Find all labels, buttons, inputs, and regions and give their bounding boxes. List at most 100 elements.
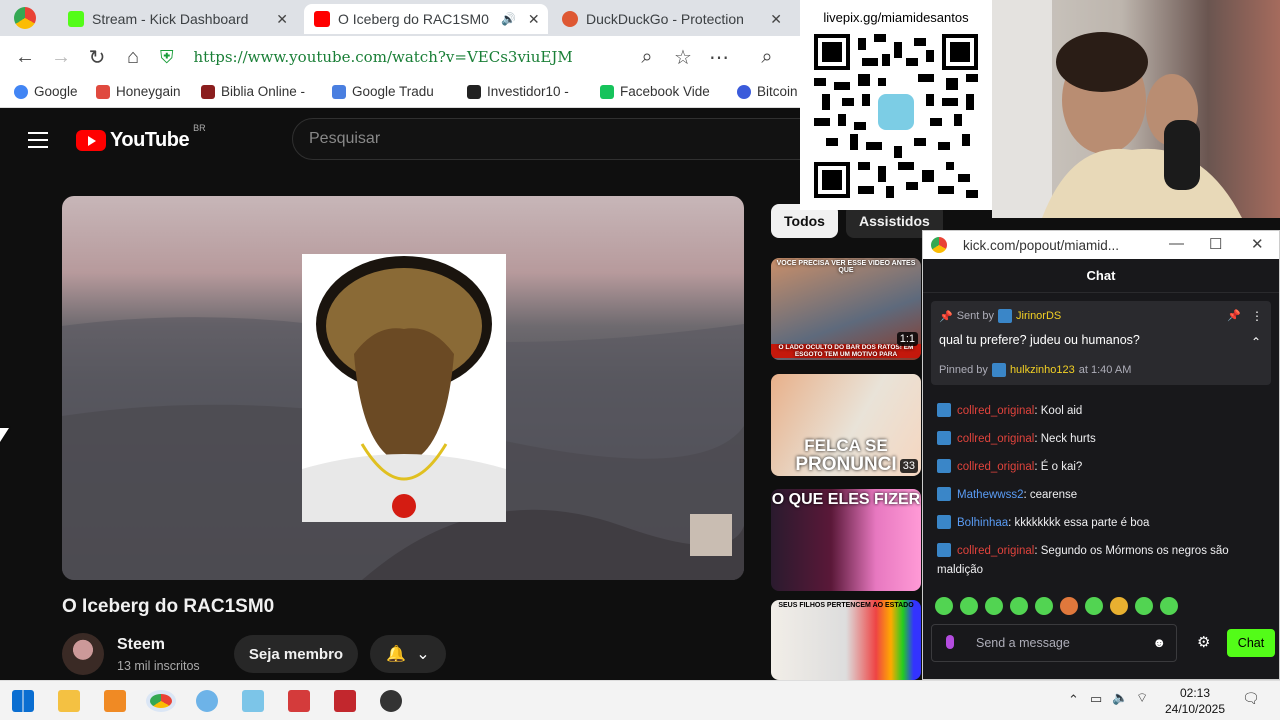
- channel-watermark[interactable]: [690, 514, 732, 556]
- microphone-icon[interactable]: [946, 635, 954, 649]
- user-badge-icon: [937, 403, 951, 417]
- notification-center-icon[interactable]: 🗨: [1242, 690, 1260, 707]
- emote-icon[interactable]: [1160, 597, 1178, 615]
- investidor-icon: [467, 84, 481, 99]
- chat-username[interactable]: collred_original: [957, 461, 1034, 473]
- pinned-sender[interactable]: JirinorDS: [1016, 310, 1061, 322]
- bookmark-google-translate[interactable]: Google Tradu: [332, 84, 434, 99]
- tab-kick-dashboard[interactable]: Stream - Kick Dashboard ✕: [58, 4, 298, 34]
- calculator-icon[interactable]: [288, 690, 310, 712]
- notification-button[interactable]: 🔔 ⌄: [370, 635, 446, 673]
- reload-icon[interactable]: ↻: [84, 44, 110, 70]
- recommended-video-thumbnail[interactable]: VOCE PRECISA VER ESSE VIDEO ANTES QUE O …: [771, 258, 921, 360]
- zoom-icon[interactable]: ⌕: [634, 44, 660, 70]
- network-icon[interactable]: ▭: [1090, 691, 1102, 707]
- bookmark-label: Google: [34, 84, 78, 99]
- volume-icon[interactable]: 🔈: [1112, 690, 1128, 706]
- bookmark-honeygain[interactable]: Honeygain: [96, 84, 181, 99]
- pinner-name[interactable]: hulkzinho123: [1010, 364, 1075, 376]
- home-icon[interactable]: ⌂: [120, 44, 146, 70]
- emote-icon[interactable]: [1010, 597, 1028, 615]
- join-button[interactable]: Seja membro: [234, 635, 358, 673]
- media-player-icon[interactable]: [104, 690, 126, 712]
- tray-chevron-icon[interactable]: ⌃: [1068, 692, 1079, 708]
- notes-app-icon[interactable]: [242, 690, 264, 712]
- recommended-video-thumbnail[interactable]: SEUS FILHOS PERTENCEM AO ESTADO: [771, 600, 921, 680]
- emote-icon[interactable]: [1035, 597, 1053, 615]
- channel-name[interactable]: Steem: [117, 636, 165, 654]
- collapse-icon[interactable]: ⌃: [1251, 335, 1261, 349]
- more-icon[interactable]: ⋯: [706, 44, 732, 70]
- send-placeholder: Send a message: [976, 636, 1070, 650]
- thumb-caption: O LADO OCULTO DO BAR DOS RATOS! EM ESGOT…: [771, 344, 921, 358]
- menu-icon[interactable]: [28, 132, 48, 148]
- settings-gear-icon[interactable]: ⚙: [1197, 633, 1210, 651]
- emote-icon[interactable]: [1085, 597, 1103, 615]
- url-text: https://www.youtube.com/watch?v=VECs3viu…: [193, 48, 573, 66]
- search-input[interactable]: Pesquisar: [292, 118, 812, 160]
- chat-send-button[interactable]: Chat: [1227, 629, 1275, 657]
- more-options-icon[interactable]: ⋮: [1251, 309, 1263, 323]
- bookmark-bitcoin[interactable]: Bitcoin: [737, 84, 798, 99]
- recommended-video-thumbnail[interactable]: FELCA SE PRONUNCI 33: [771, 374, 921, 476]
- chat-username[interactable]: collred_original: [957, 545, 1034, 557]
- emote-icon[interactable]: [1060, 597, 1078, 615]
- forward-icon[interactable]: →: [48, 44, 74, 70]
- chat-message-input[interactable]: Send a message ☻: [931, 624, 1177, 662]
- emote-icon[interactable]: [1110, 597, 1128, 615]
- flash-app-icon[interactable]: [334, 690, 356, 712]
- file-explorer-icon[interactable]: [58, 690, 80, 712]
- close-icon[interactable]: ✕: [528, 11, 540, 28]
- wifi-icon[interactable]: ⌔: [1136, 690, 1148, 706]
- windows-start-icon[interactable]: [12, 690, 34, 712]
- browser-taskbar-icon[interactable]: [146, 690, 176, 712]
- unpin-icon[interactable]: 📌: [1227, 309, 1241, 322]
- chat-text: kkkkkkkk essa parte é boa: [1014, 517, 1150, 529]
- pinned-time: at 1:40 AM: [1078, 364, 1132, 376]
- honeygain-icon: [96, 84, 110, 99]
- bookmark-google[interactable]: Google: [14, 84, 78, 99]
- tab-youtube-video[interactable]: O Iceberg do RAC1SM0 🔊 ✕: [304, 4, 548, 34]
- maximize-icon[interactable]: ☐: [1209, 235, 1222, 253]
- youtube-logo[interactable]: YouTube BR: [76, 123, 206, 152]
- recommended-video-thumbnail[interactable]: O QUE ELES FIZER: [771, 489, 921, 591]
- emote-icon[interactable]: [960, 597, 978, 615]
- bookmark-biblia[interactable]: Biblia Online -: [201, 84, 305, 99]
- paint-icon[interactable]: [196, 690, 218, 712]
- country-code: BR: [193, 123, 206, 133]
- pinned-message: 📌 Sent by JirinorDS 📌 ⋮ qual tu prefere?…: [931, 301, 1271, 385]
- streamer-figure: [992, 0, 1242, 218]
- pinned-by-label: Pinned by: [939, 364, 988, 376]
- chat-username[interactable]: collred_original: [957, 405, 1034, 417]
- chat-username[interactable]: collred_original: [957, 433, 1034, 445]
- bitcoin-icon: [737, 84, 751, 99]
- close-icon[interactable]: ✕: [1251, 235, 1264, 253]
- browser-logo-icon[interactable]: [14, 7, 36, 29]
- chat-message: Mathewwss2: cearense: [937, 486, 1267, 505]
- thumb-caption: VOCE PRECISA VER ESSE VIDEO ANTES QUE: [776, 260, 916, 274]
- minimize-icon[interactable]: —: [1169, 235, 1184, 252]
- bell-icon: 🔔: [386, 646, 407, 663]
- channel-avatar[interactable]: [62, 633, 104, 675]
- emote-icon[interactable]: [1135, 597, 1153, 615]
- star-icon[interactable]: ☆: [670, 44, 696, 70]
- video-title: O Iceberg do RAC1SM0: [62, 596, 275, 617]
- emote-icon[interactable]: [935, 597, 953, 615]
- bookmark-facebook-video[interactable]: Facebook Vide: [600, 84, 710, 99]
- speaker-icon[interactable]: 🔊: [501, 12, 516, 26]
- chat-username[interactable]: Bolhinhaa: [957, 517, 1008, 529]
- chat-username[interactable]: Mathewwss2: [957, 489, 1023, 501]
- chat-message: collred_original: Kool aid: [937, 402, 1267, 421]
- close-icon[interactable]: ✕: [770, 11, 782, 28]
- back-icon[interactable]: ←: [12, 44, 38, 70]
- search-icon[interactable]: ⌕: [754, 44, 780, 70]
- close-icon[interactable]: ✕: [276, 11, 288, 28]
- mouse-cursor-icon: [0, 428, 9, 442]
- emoji-icon[interactable]: ☻: [1152, 635, 1166, 650]
- tab-duckduckgo[interactable]: DuckDuckGo - Protection ✕: [552, 4, 792, 34]
- clock[interactable]: 02:13 24/10/2025: [1160, 685, 1230, 717]
- obs-icon[interactable]: [380, 690, 402, 712]
- bible-icon: [201, 84, 215, 99]
- bookmark-investidor10[interactable]: Investidor10 -: [467, 84, 569, 99]
- emote-icon[interactable]: [985, 597, 1003, 615]
